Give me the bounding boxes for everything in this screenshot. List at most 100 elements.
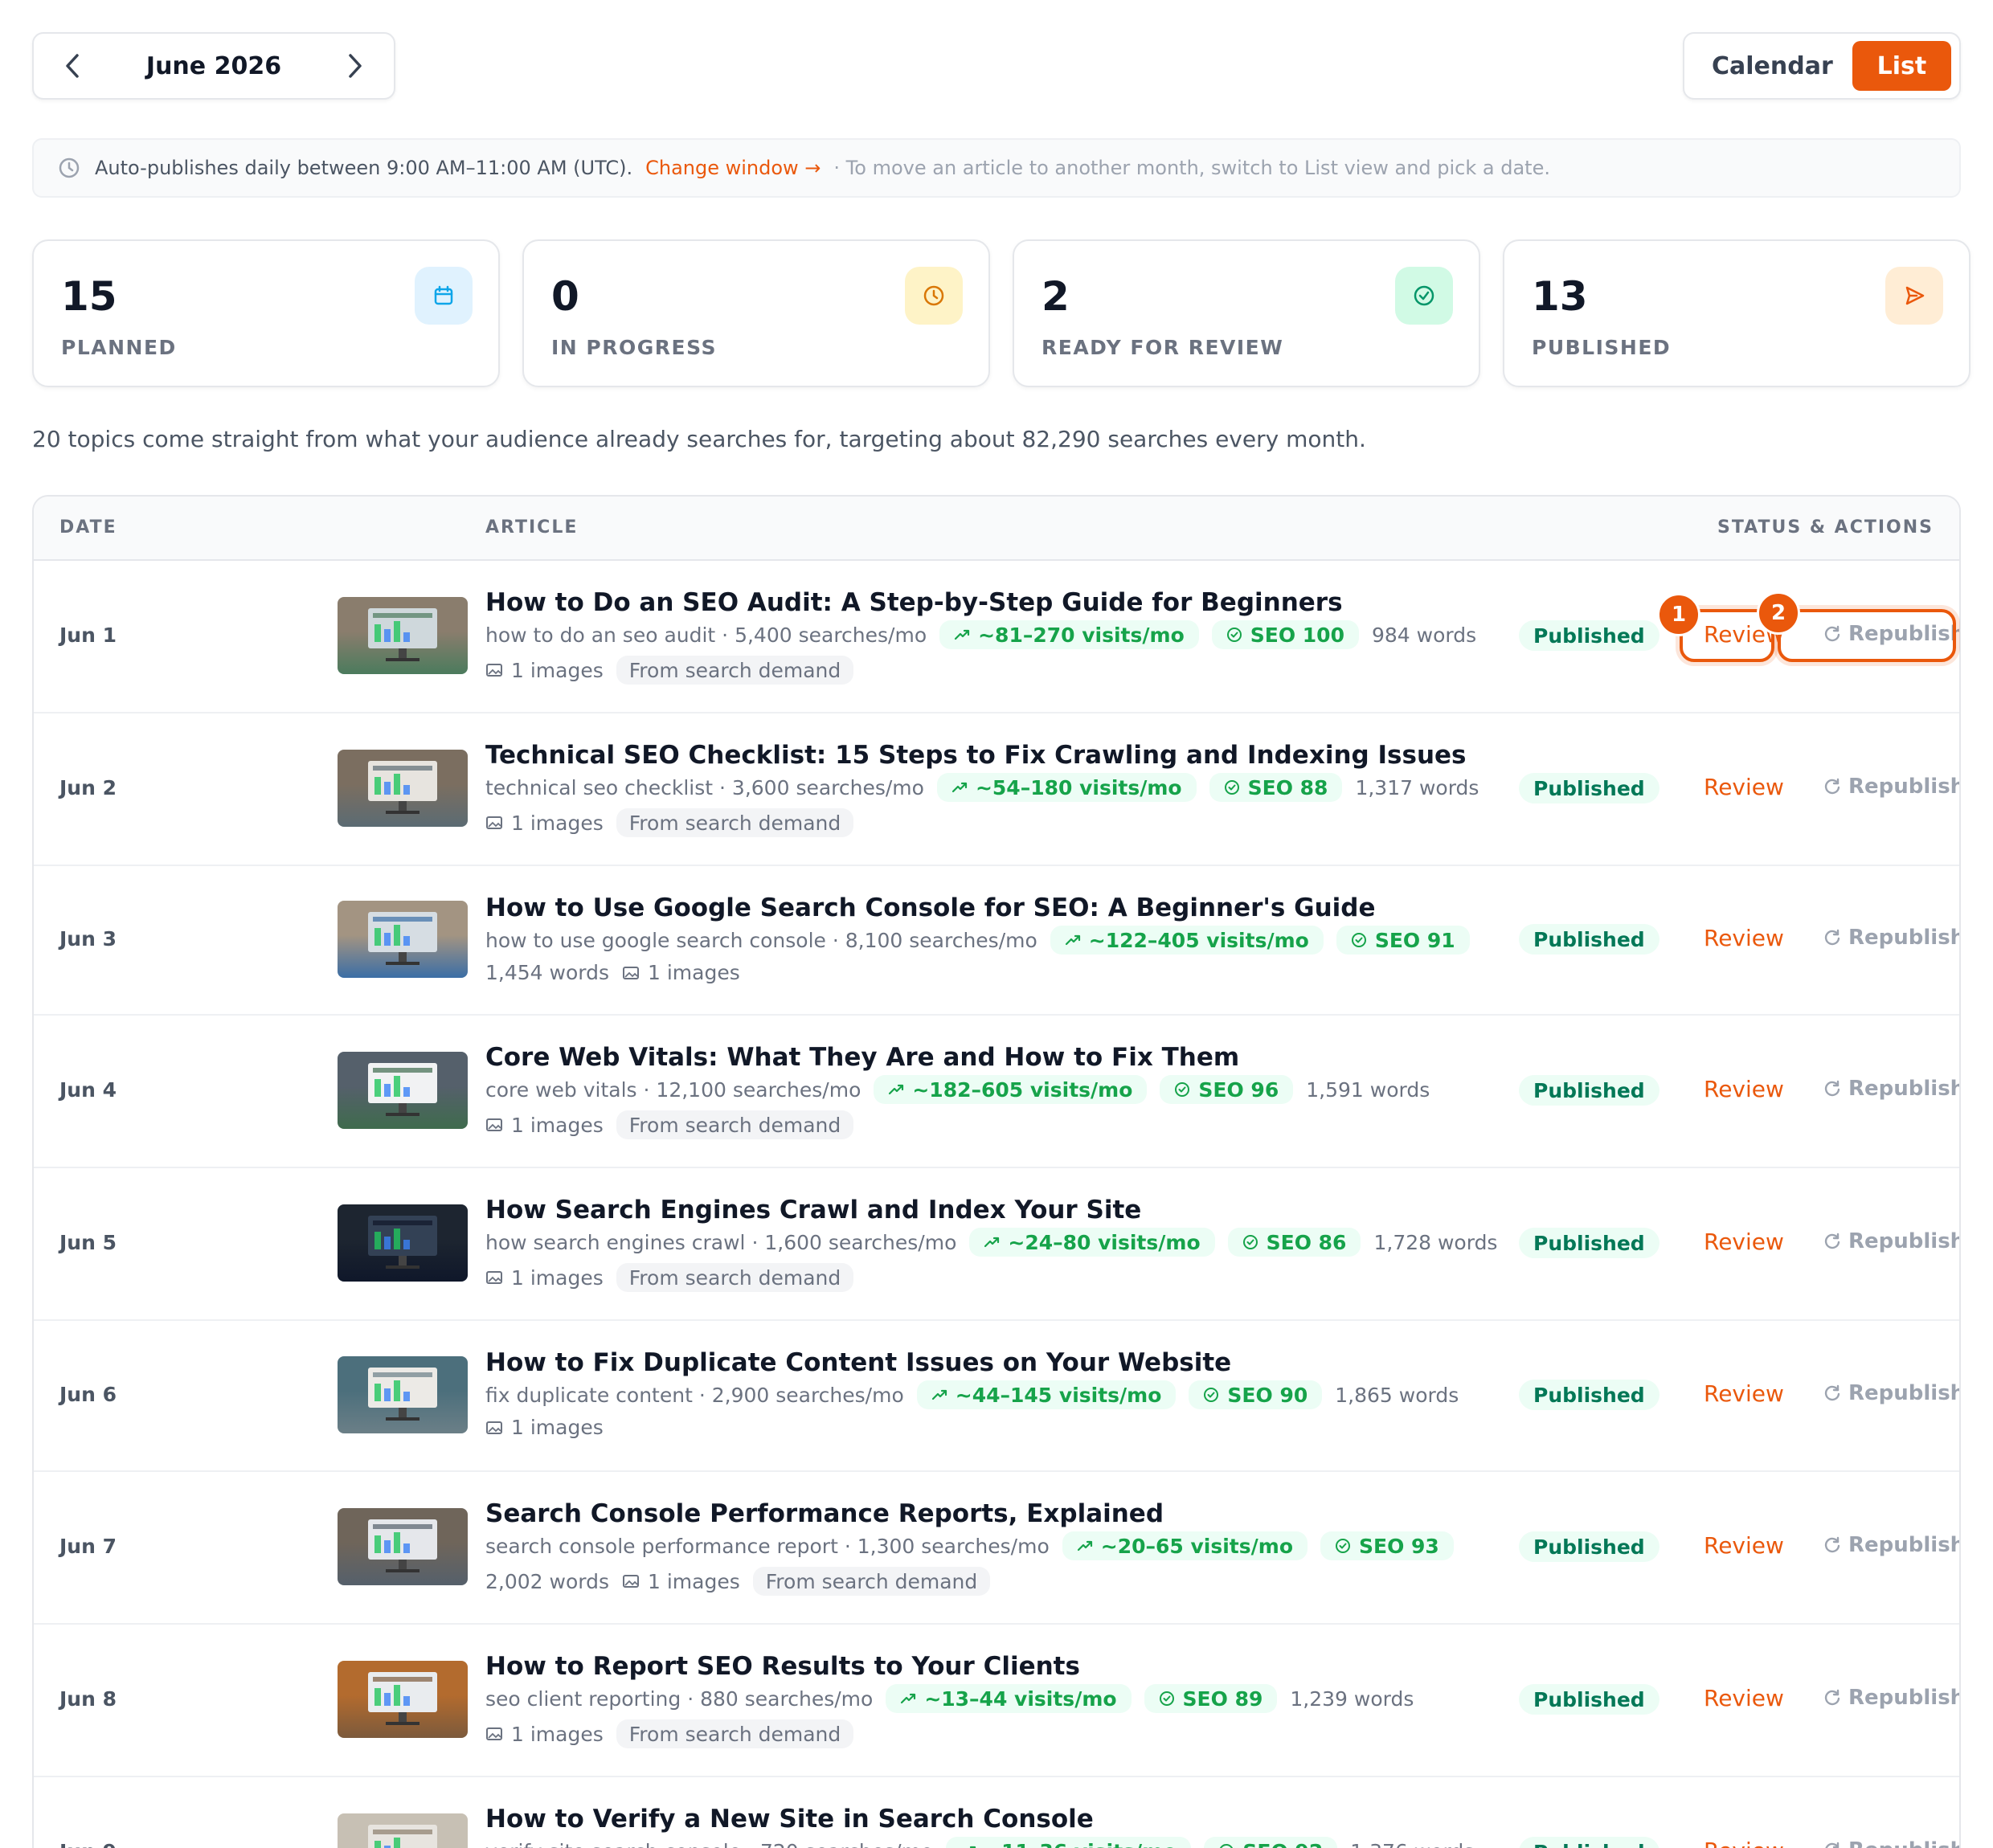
review-button[interactable]: Review — [1704, 1380, 1784, 1407]
visits-estimate-badge: ~11–36 visits/mo — [946, 1837, 1192, 1848]
list-view-button[interactable]: List — [1852, 41, 1951, 91]
review-button[interactable]: Review — [1704, 1229, 1784, 1255]
image-count-label: 1 images — [648, 1569, 740, 1593]
status-badge: Published — [1519, 773, 1659, 803]
source-tag: From search demand — [616, 656, 854, 685]
republish-button[interactable]: Republish — [1823, 1077, 1959, 1101]
review-button[interactable]: Review — [1704, 1532, 1784, 1559]
check-circle-icon — [1224, 780, 1239, 795]
check-circle-icon — [1175, 1082, 1190, 1097]
article-title[interactable]: How to Do an SEO Audit: A Step-by-Step G… — [485, 588, 1343, 617]
article-thumbnail — [338, 1508, 468, 1585]
review-button[interactable]: Review — [1704, 1838, 1784, 1848]
next-month-button[interactable] — [339, 50, 371, 82]
table-row[interactable]: Jun 1 How to Do an SEO Audit: A Step-by-… — [34, 561, 1959, 713]
word-count: 984 words — [1371, 623, 1477, 647]
article-meta-secondary: 2,002 words 1 images From search demand — [485, 1567, 991, 1596]
send-icon — [1885, 267, 1943, 325]
table-row[interactable]: Jun 2 Technical SEO Checklist: 15 Steps … — [34, 713, 1961, 866]
refresh-icon — [1824, 1233, 1840, 1249]
annotation-marker-2: 2 — [1757, 591, 1800, 635]
seo-score-badge: SEO 96 — [1160, 1075, 1294, 1104]
keyword-volume: fix duplicate content · 2,900 searches/m… — [485, 1383, 904, 1407]
article-meta: verify site search console · 720 searche… — [485, 1837, 1474, 1848]
article-title[interactable]: How to Fix Duplicate Content Issues on Y… — [485, 1348, 1231, 1377]
month-navigator: June 2026 — [32, 32, 395, 100]
visits-estimate: ~44–145 visits/mo — [955, 1383, 1162, 1407]
article-meta: how to do an seo audit · 5,400 searches/… — [485, 620, 1476, 649]
visits-estimate: ~20–65 visits/mo — [1100, 1534, 1293, 1558]
source-tag: From search demand — [616, 1263, 854, 1292]
article-title[interactable]: How to Use Google Search Console for SEO… — [485, 893, 1376, 922]
seo-score-badge: SEO 88 — [1209, 773, 1343, 802]
table-row[interactable]: Jun 8 How to Report SEO Results to Your … — [34, 1625, 1959, 1777]
image-icon — [486, 1118, 502, 1131]
image-count-label: 1 images — [511, 1265, 604, 1290]
source-tag: From search demand — [616, 808, 854, 837]
prev-month-button[interactable] — [56, 50, 88, 82]
status-badge: Published — [1519, 620, 1659, 651]
row-date: Jun 3 — [59, 927, 117, 951]
table-row[interactable]: Jun 9 How to Verify a New Site in Search… — [34, 1777, 1959, 1848]
republish-button[interactable]: Republish — [1823, 775, 1961, 799]
table-row[interactable]: Jun 7 Search Console Performance Reports… — [34, 1472, 1959, 1625]
republish-button[interactable]: Republish — [1823, 1533, 1959, 1557]
image-count: 1 images — [622, 1570, 740, 1593]
republish-label: Republish — [1848, 1229, 1961, 1253]
image-count-label: 1 images — [511, 1113, 604, 1137]
republish-button[interactable]: Republish — [1823, 1381, 1959, 1405]
status-badge: Published — [1519, 1684, 1659, 1715]
column-date: DATE — [59, 517, 117, 538]
article-meta-secondary: 1 images From search demand — [485, 1263, 854, 1292]
republish-button[interactable]: Republish — [1823, 1229, 1961, 1253]
image-count-label: 1 images — [511, 811, 604, 835]
word-count: 1,591 words — [1306, 1077, 1430, 1102]
annotation-marker-1: 1 — [1657, 593, 1700, 636]
republish-button[interactable]: Republish — [1823, 1686, 1959, 1710]
row-date: Jun 5 — [59, 1231, 117, 1254]
table-row[interactable]: Jun 5 How Search Engines Crawl and Index… — [34, 1168, 1961, 1321]
republish-label: Republish — [1848, 775, 1961, 799]
source-tag: From search demand — [752, 1567, 991, 1596]
refresh-icon — [1824, 1384, 1840, 1401]
article-title[interactable]: Core Web Vitals: What They Are and How t… — [485, 1043, 1239, 1072]
stat-card-planned: 15 PLANNED — [32, 239, 500, 387]
review-button[interactable]: Review — [1704, 925, 1784, 951]
keyword-volume: verify site search console · 720 searche… — [485, 1840, 933, 1848]
status-badge: Published — [1519, 1837, 1659, 1848]
visits-estimate: ~182–605 visits/mo — [912, 1077, 1133, 1102]
table-row[interactable]: Jun 6 How to Fix Duplicate Content Issue… — [34, 1321, 1959, 1472]
article-meta-secondary: 1 images From search demand — [485, 656, 854, 685]
image-count: 1 images — [485, 1723, 604, 1746]
stat-value: 2 — [1042, 273, 1070, 320]
image-count: 1 images — [485, 1266, 604, 1290]
article-meta-secondary: 1 images — [485, 1416, 604, 1439]
trending-up-icon — [1065, 934, 1080, 946]
table-header: DATE ARTICLE STATUS & ACTIONS — [34, 497, 1959, 561]
change-window-link[interactable]: Change window → — [645, 157, 821, 179]
table-row[interactable]: Jun 4 Core Web Vitals: What They Are and… — [34, 1016, 1959, 1168]
table-row[interactable]: Jun 3 How to Use Google Search Console f… — [34, 866, 1959, 1016]
review-button[interactable]: Review — [1704, 1076, 1784, 1102]
article-thumbnail — [338, 1204, 468, 1282]
clock-icon — [905, 267, 963, 325]
republish-button[interactable]: Republish — [1823, 926, 1959, 950]
article-title[interactable]: Search Console Performance Reports, Expl… — [485, 1499, 1164, 1528]
refresh-icon — [1825, 1842, 1840, 1848]
row-date: Jun 6 — [59, 1383, 117, 1406]
stat-card-ready-for-review: 2 READY FOR REVIEW — [1013, 239, 1480, 387]
refresh-icon — [1824, 1536, 1840, 1553]
article-title[interactable]: How to Verify a New Site in Search Conso… — [485, 1805, 1094, 1834]
review-button[interactable]: Review — [1704, 774, 1784, 800]
calendar-view-button[interactable]: Calendar — [1692, 41, 1852, 91]
article-meta: search console performance report · 1,30… — [485, 1531, 1454, 1560]
row-date: Jun 4 — [59, 1078, 117, 1102]
visits-estimate-badge: ~44–145 visits/mo — [916, 1380, 1177, 1409]
review-button[interactable]: Review — [1704, 1685, 1784, 1711]
article-title[interactable]: How Search Engines Crawl and Index Your … — [485, 1196, 1141, 1225]
image-icon — [486, 664, 502, 677]
status-badge: Published — [1519, 924, 1659, 955]
republish-button[interactable]: Republish — [1823, 1838, 1959, 1848]
article-title[interactable]: Technical SEO Checklist: 15 Steps to Fix… — [485, 741, 1467, 770]
article-title[interactable]: How to Report SEO Results to Your Client… — [485, 1652, 1080, 1681]
